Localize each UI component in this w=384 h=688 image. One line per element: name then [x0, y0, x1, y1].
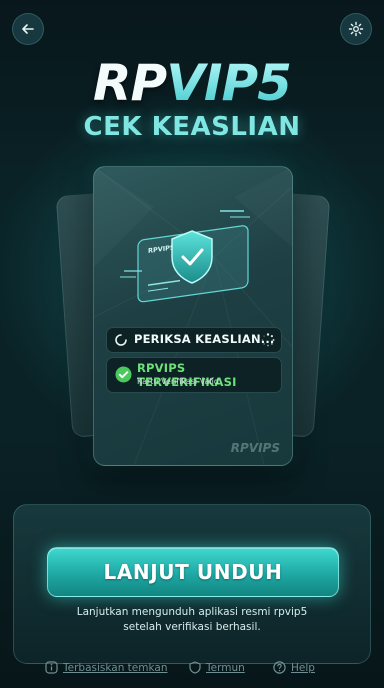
- footer-link-termun[interactable]: Termun: [189, 661, 245, 674]
- question-icon: [273, 661, 286, 674]
- status-checking-label: PERIKSA KEASLIAN...: [134, 332, 275, 346]
- footer-link-label: Help: [291, 661, 315, 674]
- status-checking: PERIKSA KEASLIAN...: [106, 327, 282, 353]
- continue-download-button[interactable]: LANJUT UNDUH: [47, 547, 339, 597]
- status-verified-sublabel: Kartu Verifikasi Valid: [137, 377, 219, 386]
- loading-dots-icon: [261, 333, 275, 347]
- brand-logo: RPVIP5: [0, 56, 384, 110]
- page-title: CEK KEASLIAN: [83, 112, 301, 142]
- back-button[interactable]: [12, 13, 44, 45]
- download-description-line2: setelah verifikasi berhasil.: [123, 621, 261, 633]
- status-verified: RPVIPS TERVERIFIKASI Kartu Verifikasi Va…: [106, 357, 282, 393]
- footer-link-terbasiskan[interactable]: Terbasiskan temkan: [45, 661, 167, 674]
- footer-link-label: Termun: [206, 661, 245, 674]
- arrow-left-icon: [22, 24, 34, 34]
- download-description: Lanjutkan mengunduh aplikasi resmi rpvip…: [34, 605, 350, 635]
- verification-card: RPVIPS PERIKSA KEASLIAN... RPVIPS TERVER…: [93, 166, 293, 466]
- download-panel: LANJUT UNDUH Lanjutkan mengunduh aplikas…: [13, 504, 371, 664]
- loading-spinner-icon: [115, 334, 127, 346]
- check-circle-icon: [115, 366, 132, 383]
- settings-button[interactable]: [340, 13, 372, 45]
- footer-link-help[interactable]: Help: [273, 661, 315, 674]
- brand-logo-part2: VIP5: [166, 54, 292, 112]
- footer: Terbasiskan temkan Termun Help: [0, 661, 384, 679]
- shield-icon: [189, 661, 201, 674]
- shield-check-icon: RPVIPS: [120, 210, 250, 303]
- gear-icon: [348, 21, 364, 37]
- info-icon: [45, 661, 58, 674]
- brand-logo-part1: RP: [93, 54, 167, 112]
- card-watermark: RPVIPS: [230, 441, 280, 455]
- footer-link-label: Terbasiskan temkan: [63, 661, 168, 674]
- download-description-line1: Lanjutkan mengunduh aplikasi resmi rpvip…: [76, 606, 308, 618]
